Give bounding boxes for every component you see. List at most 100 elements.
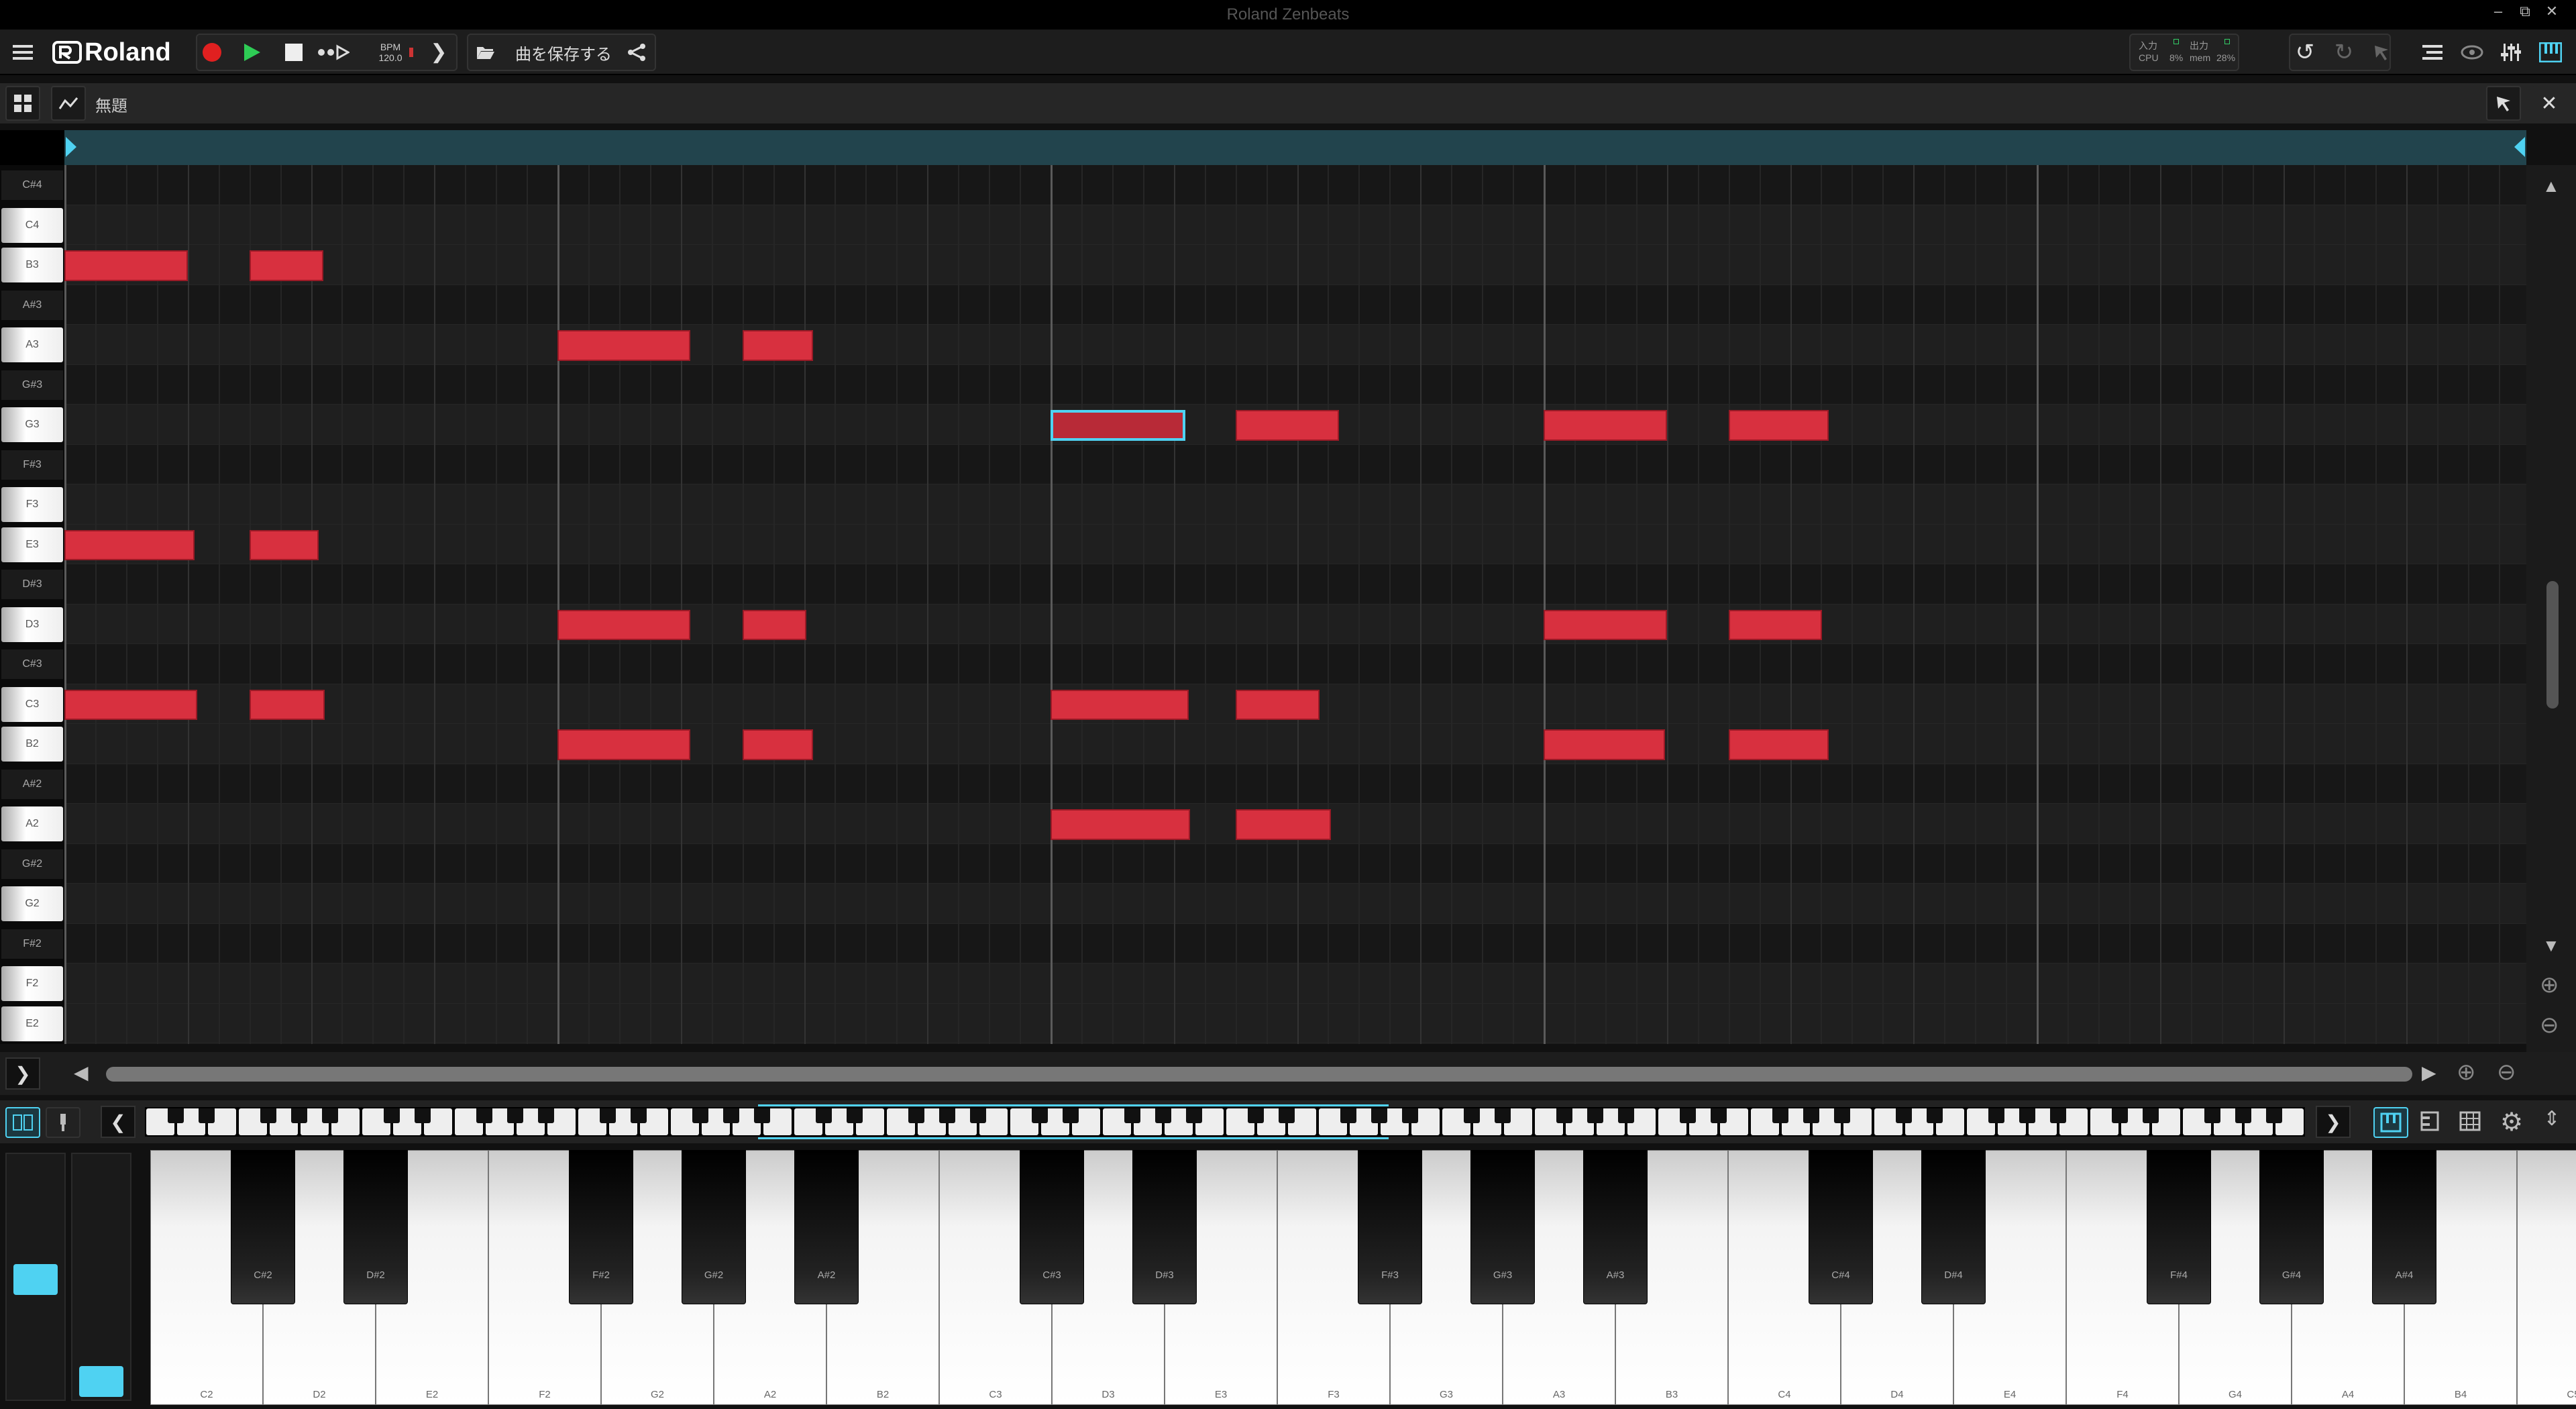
- grid-view-button[interactable]: [5, 86, 40, 121]
- midi-note[interactable]: [1544, 729, 1666, 760]
- loop-start-marker-icon[interactable]: [66, 137, 79, 157]
- piano-key-as2[interactable]: A#2: [794, 1150, 859, 1304]
- midi-note[interactable]: [64, 529, 195, 560]
- midi-note[interactable]: [249, 689, 325, 720]
- piano-key-cs4[interactable]: C#4: [1809, 1150, 1873, 1304]
- vertical-scroll-thumb[interactable]: [2546, 581, 2559, 709]
- scroll-up-icon[interactable]: ▲: [2542, 176, 2560, 197]
- undo-button[interactable]: ↺: [2290, 36, 2320, 68]
- view-button[interactable]: [2455, 36, 2489, 68]
- roll-key-fs3[interactable]: F#3: [1, 450, 63, 480]
- midi-note[interactable]: [64, 250, 188, 281]
- roll-key-fs2[interactable]: F#2: [1, 929, 63, 959]
- midi-note[interactable]: [1235, 410, 1339, 441]
- midi-note[interactable]: [1728, 410, 1829, 441]
- piano-key-gs4[interactable]: G#4: [2259, 1150, 2324, 1304]
- note-grid[interactable]: [64, 165, 2526, 1044]
- roll-key-as2[interactable]: A#2: [1, 769, 63, 799]
- roll-key-f2[interactable]: F2: [1, 966, 63, 1001]
- piano-key-ds2[interactable]: D#2: [343, 1150, 408, 1304]
- roll-key-c3[interactable]: C3: [1, 686, 63, 722]
- close-window-button[interactable]: ✕: [2540, 3, 2564, 20]
- horizontal-scroll-thumb[interactable]: [106, 1067, 2412, 1082]
- pad-grid-mode-button[interactable]: [2454, 1107, 2489, 1138]
- timeline-ruler[interactable]: [64, 130, 2526, 165]
- piano-key-as4[interactable]: A#4: [2372, 1150, 2436, 1304]
- tracks-view-button[interactable]: [2415, 36, 2450, 68]
- roll-key-c4[interactable]: C4: [1, 207, 63, 243]
- menu-button[interactable]: [5, 36, 40, 68]
- octave-down-button[interactable]: ❮: [101, 1106, 136, 1138]
- keyboard-range-selector[interactable]: [758, 1104, 1389, 1139]
- pitch-bend-handle[interactable]: [13, 1264, 58, 1295]
- midi-note[interactable]: [1235, 689, 1320, 720]
- collapse-keyboard-button[interactable]: ⇕: [2534, 1107, 2569, 1138]
- piano-key-fs3[interactable]: F#3: [1358, 1150, 1422, 1304]
- tool-select-button[interactable]: [2486, 86, 2521, 121]
- octave-up-button[interactable]: ❯: [2316, 1106, 2351, 1138]
- modulation-handle[interactable]: [79, 1366, 123, 1397]
- bpm-display[interactable]: BPM 120.0: [373, 39, 408, 66]
- roll-key-gs2[interactable]: G#2: [1, 849, 63, 879]
- mixer-button[interactable]: [2494, 36, 2528, 68]
- piano-key-ds3[interactable]: D#3: [1132, 1150, 1197, 1304]
- share-button[interactable]: [621, 36, 652, 68]
- automation-button[interactable]: [51, 86, 86, 121]
- transport-more-button[interactable]: ❯: [425, 36, 452, 68]
- midi-note[interactable]: [557, 609, 691, 640]
- roll-key-as3[interactable]: A#3: [1, 290, 63, 320]
- roll-key-cs3[interactable]: C#3: [1, 649, 63, 679]
- roll-key-b2[interactable]: B2: [1, 727, 63, 762]
- roll-key-g2[interactable]: G2: [1, 886, 63, 921]
- midi-note[interactable]: [249, 529, 319, 560]
- roll-key-e2[interactable]: E2: [1, 1006, 63, 1041]
- midi-note[interactable]: [1728, 609, 1823, 640]
- redo-button[interactable]: ↻: [2329, 36, 2359, 68]
- metronome-indicator[interactable]: [407, 36, 416, 68]
- roll-key-g3[interactable]: G3: [1, 407, 63, 442]
- piano-key-cs2[interactable]: C#2: [231, 1150, 295, 1304]
- midi-note[interactable]: [742, 729, 813, 760]
- roll-key-a3[interactable]: A3: [1, 327, 63, 362]
- roll-key-d3[interactable]: D3: [1, 607, 63, 642]
- midi-note[interactable]: [64, 689, 198, 720]
- midi-note[interactable]: [1544, 410, 1667, 441]
- piano-key-as3[interactable]: A#3: [1583, 1150, 1648, 1304]
- brush-tool-button[interactable]: [46, 1107, 80, 1138]
- midi-note[interactable]: [742, 609, 807, 640]
- scroll-left-icon[interactable]: ◀: [74, 1061, 89, 1084]
- minimize-button[interactable]: –: [2486, 3, 2510, 20]
- open-folder-button[interactable]: [471, 36, 500, 68]
- piano-key-fs2[interactable]: F#2: [569, 1150, 633, 1304]
- roll-key-a2[interactable]: A2: [1, 806, 63, 841]
- record-button[interactable]: [199, 36, 225, 68]
- roll-key-cs4[interactable]: C#4: [1, 170, 63, 200]
- save-song-button[interactable]: 曲を保存する: [510, 36, 617, 68]
- zoom-in-vertical-icon[interactable]: ⊕: [2540, 972, 2559, 998]
- midi-note[interactable]: [742, 330, 813, 361]
- midi-note[interactable]: [557, 330, 691, 361]
- midi-note[interactable]: [557, 729, 691, 760]
- close-editor-button[interactable]: ✕: [2532, 86, 2567, 121]
- roll-key-b3[interactable]: B3: [1, 248, 63, 282]
- loop-end-marker-icon[interactable]: [2512, 137, 2525, 157]
- piano-key-ds4[interactable]: D#4: [1921, 1150, 1986, 1304]
- piano-key-cs3[interactable]: C#3: [1020, 1150, 1084, 1304]
- key-layout-button[interactable]: [5, 1107, 40, 1138]
- piano-key-fs4[interactable]: F#4: [2147, 1150, 2211, 1304]
- roll-key-f3[interactable]: F3: [1, 487, 63, 522]
- loop-button[interactable]: [315, 36, 352, 68]
- roll-key-e3[interactable]: E3: [1, 527, 63, 562]
- midi-note[interactable]: [1051, 410, 1185, 441]
- roll-key-gs3[interactable]: G#3: [1, 370, 63, 400]
- midi-note[interactable]: [1544, 609, 1667, 640]
- zoom-in-horizontal-icon[interactable]: ⊕: [2457, 1059, 2476, 1086]
- scroll-down-icon[interactable]: ▼: [2542, 935, 2560, 956]
- midi-note[interactable]: [1051, 689, 1189, 720]
- restore-button[interactable]: ⧉: [2513, 3, 2537, 20]
- scroll-right-icon[interactable]: ▶: [2422, 1061, 2436, 1084]
- play-button[interactable]: [239, 36, 266, 68]
- pitch-bend-strip[interactable]: [5, 1153, 66, 1401]
- piano-key-c5[interactable]: C5: [2517, 1150, 2576, 1405]
- midi-note[interactable]: [1051, 809, 1191, 840]
